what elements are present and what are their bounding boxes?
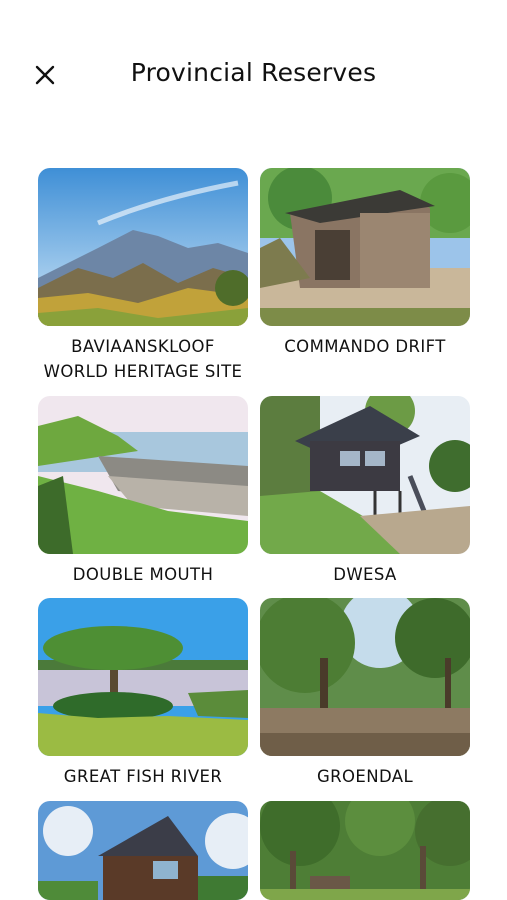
reserve-card-baviaanskloof[interactable]: BAVIAANSKLOOF WORLD HERITAGE SITE — [38, 168, 248, 384]
reserve-image — [38, 168, 248, 326]
reserve-label: GREAT FISH RIVER — [63, 767, 223, 786]
reserve-label: DOUBLE MOUTH — [72, 565, 214, 584]
reserve-label: COMMANDO DRIFT — [284, 337, 446, 356]
reserve-label: GROENDAL — [316, 767, 414, 786]
reserve-image — [38, 396, 248, 554]
reserve-image — [260, 168, 470, 326]
reserve-card-8[interactable] — [260, 801, 470, 900]
reserve-image — [260, 801, 470, 900]
header: Provincial Reserves — [0, 0, 507, 150]
reserve-label: BAVIAANSKLOOF WORLD HERITAGE SITE — [43, 337, 243, 381]
reserve-image — [260, 598, 470, 756]
reserve-card-groendal[interactable]: GROENDAL — [260, 598, 470, 789]
reserve-card-dwesa[interactable]: DWESA — [260, 396, 470, 587]
reserve-image — [260, 396, 470, 554]
reserve-card-great-fish-river[interactable]: GREAT FISH RIVER — [38, 598, 248, 789]
reserve-card-commando-drift[interactable]: COMMANDO DRIFT — [260, 168, 470, 359]
reserve-label: DWESA — [333, 565, 397, 584]
reserve-image — [38, 598, 248, 756]
reserve-card-double-mouth[interactable]: DOUBLE MOUTH — [38, 396, 248, 587]
page-title: Provincial Reserves — [130, 58, 377, 87]
reserve-image — [38, 801, 248, 900]
reserve-card-7[interactable] — [38, 801, 248, 900]
